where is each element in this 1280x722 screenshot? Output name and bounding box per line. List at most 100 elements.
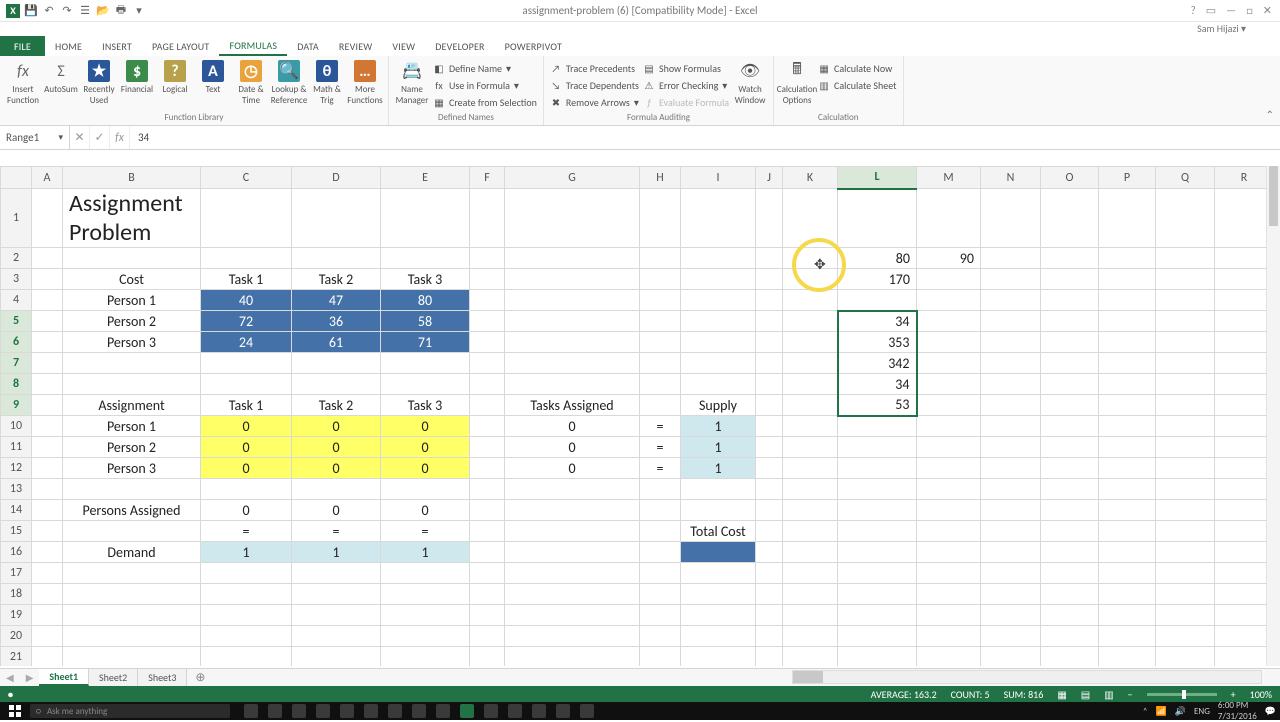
- cell[interactable]: [783, 248, 838, 269]
- cell[interactable]: 1: [681, 458, 756, 479]
- cell[interactable]: [640, 189, 681, 248]
- cell[interactable]: [1156, 605, 1215, 626]
- column-header[interactable]: B: [63, 167, 201, 189]
- cell[interactable]: [470, 332, 505, 353]
- cell[interactable]: Task 3: [381, 269, 470, 290]
- cell[interactable]: [1099, 500, 1156, 521]
- cell[interactable]: [1041, 189, 1099, 248]
- cell[interactable]: [1156, 269, 1215, 290]
- cell[interactable]: [1215, 521, 1274, 542]
- cell[interactable]: [640, 605, 681, 626]
- cell[interactable]: [981, 626, 1041, 647]
- column-header[interactable]: C: [201, 167, 292, 189]
- cell[interactable]: [381, 626, 470, 647]
- cell[interactable]: [681, 332, 756, 353]
- taskbar-app-icon[interactable]: [292, 704, 306, 718]
- cell[interactable]: 72: [201, 311, 292, 332]
- cell[interactable]: [1099, 374, 1156, 395]
- create-from-selection-button[interactable]: ▦Create from Selection: [433, 94, 537, 110]
- cell[interactable]: Persons Assigned: [63, 500, 201, 521]
- cell[interactable]: 0: [505, 458, 640, 479]
- cell[interactable]: =: [640, 437, 681, 458]
- cell[interactable]: [681, 311, 756, 332]
- maximize-icon[interactable]: □: [1246, 4, 1253, 17]
- cell[interactable]: [838, 479, 917, 500]
- cell[interactable]: [32, 374, 63, 395]
- cell[interactable]: [292, 248, 381, 269]
- define-name-button[interactable]: ◧Define Name ▾: [433, 60, 537, 76]
- column-header[interactable]: L: [838, 167, 917, 189]
- cell[interactable]: 0: [381, 458, 470, 479]
- cell[interactable]: [470, 353, 505, 374]
- cell[interactable]: [32, 626, 63, 647]
- cell[interactable]: [838, 290, 917, 311]
- cell[interactable]: 0: [505, 416, 640, 437]
- cell[interactable]: [917, 437, 981, 458]
- cell[interactable]: [201, 584, 292, 605]
- cell[interactable]: [783, 479, 838, 500]
- cell[interactable]: 0: [201, 458, 292, 479]
- cell[interactable]: 80: [381, 290, 470, 311]
- cell[interactable]: Task 2: [292, 395, 381, 416]
- trace-precedents-button[interactable]: ↗Trace Precedents: [550, 60, 639, 76]
- view-layout-icon[interactable]: ▤: [1081, 688, 1090, 701]
- cell[interactable]: [32, 479, 63, 500]
- cell[interactable]: [381, 189, 470, 248]
- cell[interactable]: [470, 605, 505, 626]
- cell[interactable]: [1099, 521, 1156, 542]
- cell[interactable]: [32, 563, 63, 584]
- cell[interactable]: [32, 248, 63, 269]
- cell[interactable]: [640, 248, 681, 269]
- cell[interactable]: [1099, 626, 1156, 647]
- cell[interactable]: [756, 374, 783, 395]
- touch-icon[interactable]: ☰: [78, 4, 92, 18]
- calculate-now-button[interactable]: ▦Calculate Now: [818, 60, 896, 76]
- tray-volume-icon[interactable]: 🔊: [1175, 706, 1186, 717]
- cell[interactable]: [838, 437, 917, 458]
- cell[interactable]: [838, 521, 917, 542]
- cell[interactable]: [292, 626, 381, 647]
- cell[interactable]: [63, 647, 201, 667]
- cell[interactable]: [1215, 542, 1274, 563]
- cell[interactable]: [917, 189, 981, 248]
- cell[interactable]: [783, 269, 838, 290]
- zoom-in-icon[interactable]: +: [1231, 688, 1236, 701]
- cell[interactable]: [381, 647, 470, 667]
- cell[interactable]: [1099, 605, 1156, 626]
- cell[interactable]: [1099, 189, 1156, 248]
- cell[interactable]: [1215, 311, 1274, 332]
- cell[interactable]: 0: [292, 458, 381, 479]
- cell[interactable]: [1156, 458, 1215, 479]
- cell[interactable]: [1099, 311, 1156, 332]
- cell[interactable]: [1041, 479, 1099, 500]
- cell[interactable]: Cost: [63, 269, 201, 290]
- cell[interactable]: [505, 521, 640, 542]
- cell[interactable]: [1041, 563, 1099, 584]
- select-all-cell[interactable]: [1, 167, 32, 189]
- cell[interactable]: [681, 500, 756, 521]
- tab-page-layout[interactable]: PAGE LAYOUT: [142, 36, 220, 56]
- cell[interactable]: [1156, 542, 1215, 563]
- cell[interactable]: Demand: [63, 542, 201, 563]
- cell[interactable]: [1156, 626, 1215, 647]
- cell[interactable]: [1156, 521, 1215, 542]
- cell[interactable]: [1041, 395, 1099, 416]
- cell[interactable]: [1041, 521, 1099, 542]
- ribbon-display-icon[interactable]: ▭: [1206, 4, 1216, 17]
- row-header[interactable]: 2: [1, 248, 32, 269]
- tab-formulas[interactable]: FORMULAS: [219, 36, 287, 56]
- cell[interactable]: [681, 374, 756, 395]
- cell[interactable]: [505, 605, 640, 626]
- cell[interactable]: [917, 647, 981, 667]
- cell[interactable]: [783, 584, 838, 605]
- cell[interactable]: [640, 269, 681, 290]
- cell[interactable]: [640, 374, 681, 395]
- row-header[interactable]: 12: [1, 458, 32, 479]
- cell[interactable]: [640, 542, 681, 563]
- enter-formula-icon[interactable]: ✓: [90, 126, 110, 149]
- sheet-tab-3[interactable]: Sheet3: [138, 669, 187, 686]
- cell[interactable]: [681, 353, 756, 374]
- cell[interactable]: [756, 458, 783, 479]
- cell[interactable]: [470, 290, 505, 311]
- cell[interactable]: [32, 605, 63, 626]
